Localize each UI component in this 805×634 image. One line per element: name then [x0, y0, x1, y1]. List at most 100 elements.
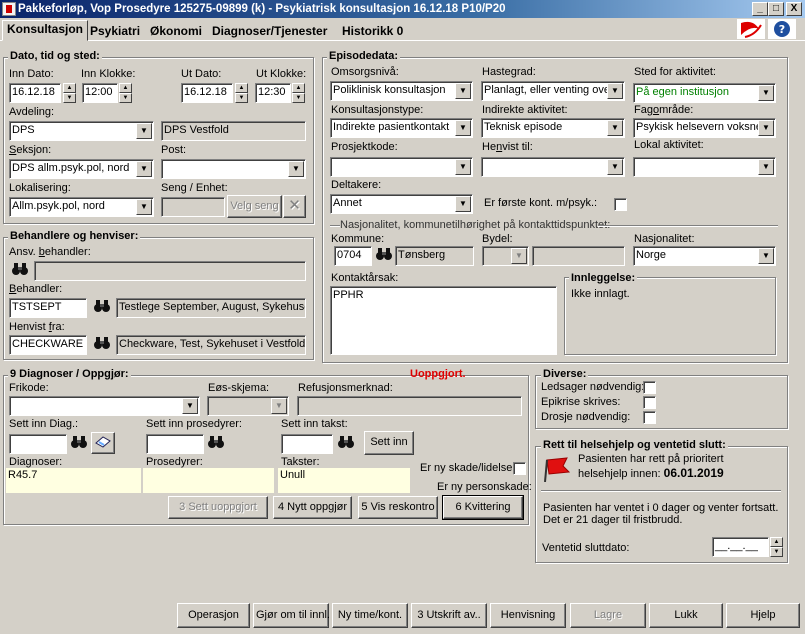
operasjon-button[interactable]: Operasjon — [177, 603, 250, 628]
chevron-down-icon: ▼ — [136, 161, 152, 177]
lokal-label: Lokal aktivitet: — [634, 139, 704, 151]
sett-diag-input[interactable] — [9, 434, 67, 454]
inn-dato-spinner[interactable]: ▲ ▼ — [63, 83, 76, 103]
sett-takst-input[interactable] — [281, 434, 333, 454]
nytt-oppgjor-button[interactable]: 4 Nytt oppgjør — [273, 496, 352, 519]
henvisning-button[interactable]: Henvisning — [490, 603, 566, 628]
henvist-til-select[interactable]: ▼ — [481, 157, 625, 177]
konsultasjonstype-select[interactable]: Indirekte pasientkontakt ▼ — [330, 118, 473, 138]
help-icon[interactable]: ? — [768, 19, 796, 39]
nasjonalitet-value: Norge — [636, 249, 666, 261]
tab-historikk[interactable]: Historikk 0 — [338, 23, 407, 41]
post-select[interactable]: ▼ — [161, 159, 306, 179]
ledsager-label: Ledsager nødvendig: — [541, 381, 645, 393]
ny-time-button[interactable]: Ny time/kont. — [332, 603, 408, 628]
ledsager-checkbox[interactable] — [643, 381, 656, 394]
tab-bar: Konsultasjon Psykiatri Økonomi Diagnoser… — [0, 19, 805, 41]
takster-list[interactable]: Unull — [278, 468, 410, 493]
bydel-select[interactable]: ▼ — [482, 246, 529, 266]
maximize-button[interactable]: □ — [768, 2, 784, 16]
tab-okonomi[interactable]: Økonomi — [146, 23, 206, 41]
omsorgsniva-select[interactable]: Poliklinisk konsultasjon ▼ — [330, 81, 473, 101]
frikode-select[interactable]: ▼ — [9, 396, 200, 416]
rett-text-2-label: helsehjelp innen: — [578, 468, 661, 480]
tab-psykiatri[interactable]: Psykiatri — [86, 23, 144, 41]
sted-select[interactable]: På egen institusjon ▼ — [633, 83, 776, 103]
lagre-button[interactable]: Lagre — [570, 603, 646, 628]
ut-dato-label: Ut Dato: — [181, 68, 222, 80]
prosjektkode-select[interactable]: ▼ — [330, 157, 473, 177]
behandlere-title: Behandlere og henviser: — [8, 230, 141, 242]
refusjon-input — [297, 396, 522, 416]
binoculars-icon[interactable] — [68, 434, 90, 454]
tab-konsultasjon[interactable]: Konsultasjon — [2, 20, 89, 41]
seksjon-select[interactable]: DPS allm.psyk.pol, nord ▼ — [9, 159, 154, 179]
chevron-down-icon: ▼ — [455, 83, 471, 99]
indirekte-label: Indirekte aktivitet: — [482, 104, 568, 116]
kommune-code-input[interactable]: 0704 — [334, 246, 372, 266]
hastegrad-select[interactable]: Planlagt, eller venting ove ▼ — [481, 81, 625, 101]
henvist-til-label: Henvist til: — [482, 141, 533, 153]
deltakere-select[interactable]: Annet ▼ — [330, 194, 473, 214]
henvist-code-input[interactable]: CHECKWARE — [9, 335, 87, 355]
inn-klokke-spinner[interactable]: ▲ ▼ — [119, 83, 132, 103]
fagomrade-select[interactable]: Psykisk helsevern voksne ▼ — [633, 118, 776, 138]
nasjonalitet-label: Nasjonalitet: — [634, 233, 695, 245]
ut-klokke-spinner[interactable]: ▲ ▼ — [292, 83, 305, 103]
innleggelse-value: Ikke innlagt. — [571, 288, 630, 300]
kvittering-button[interactable]: 6 Kvittering — [442, 495, 524, 520]
ut-dato-input[interactable]: 16.12.18 — [181, 83, 233, 103]
ut-klokke-input[interactable]: 12:30 — [255, 83, 291, 103]
diagnoser-list[interactable]: R45.7 — [6, 468, 141, 493]
inn-klokke-input[interactable]: 12:00 — [82, 83, 118, 103]
close-button[interactable]: X — [786, 2, 802, 16]
nasjonalitet-select[interactable]: Norge ▼ — [633, 246, 776, 266]
prosedyrer-list[interactable] — [143, 468, 274, 493]
lokalisering-select[interactable]: Allm.psyk.pol, nord ▼ — [9, 197, 154, 217]
fagomrade-label: Fagområde: — [634, 104, 694, 116]
hjelp-button[interactable]: Hjelp — [726, 603, 800, 628]
forste-kont-checkbox[interactable] — [614, 198, 627, 211]
eos-select[interactable]: ▼ — [207, 396, 289, 416]
seksjon-label: Seksjon: — [9, 144, 52, 156]
takster-list-label: Takster: — [281, 456, 320, 468]
indirekte-select[interactable]: Teknisk episode ▼ — [481, 118, 625, 138]
ventetid-spinner[interactable]: ▲ ▼ — [770, 537, 783, 557]
chevron-down-icon: ▼ — [758, 85, 774, 101]
chevron-down-icon: ▼ — [511, 248, 527, 264]
sett-prosedyrer-input[interactable] — [146, 434, 204, 454]
lokal-select[interactable]: ▼ — [633, 157, 776, 177]
binoculars-icon[interactable] — [91, 335, 113, 355]
sett-uoppgjort-button[interactable]: 3 Sett uoppgjort — [168, 496, 268, 519]
vis-reskontro-button[interactable]: 5 Vis reskontro — [358, 496, 438, 519]
binoculars-icon[interactable] — [335, 434, 357, 454]
personskade-label: Er ny personskade: — [437, 481, 532, 493]
avdeling-select[interactable]: DPS ▼ — [9, 121, 154, 141]
binoculars-icon[interactable] — [91, 298, 113, 318]
chevron-down-icon: ▼ — [288, 161, 304, 177]
behandler-code-input[interactable]: TSTSEPT — [9, 298, 87, 318]
diagnosis-book-button[interactable] — [91, 432, 115, 454]
sett-inn-button[interactable]: Sett inn — [364, 431, 414, 455]
skade-checkbox[interactable] — [513, 462, 526, 475]
tab-diagnoser-tjenester[interactable]: Diagnoser/Tjenester — [208, 23, 331, 41]
book-icon — [95, 436, 111, 448]
clear-seng-button[interactable]: ✕ — [283, 195, 306, 218]
nasjonalitet-title: Nasjonalitet, kommunetilhørighet på kont… — [340, 219, 611, 231]
lukk-button[interactable]: Lukk — [649, 603, 723, 628]
binoculars-icon[interactable] — [205, 434, 227, 454]
minimize-button[interactable]: _ — [752, 2, 768, 16]
ventetid-input[interactable]: __.__.__ — [712, 537, 769, 557]
velg-seng-button[interactable]: Velg seng — [227, 195, 282, 218]
epikrise-label: Epikrise skrives: — [541, 396, 621, 408]
utskrift-button[interactable]: 3 Utskrift av.. — [411, 603, 487, 628]
epikrise-checkbox[interactable] — [643, 396, 656, 409]
binoculars-icon[interactable] — [9, 261, 31, 281]
drosje-checkbox[interactable] — [643, 411, 656, 424]
kontaktarsak-textarea[interactable]: PPHR — [330, 286, 557, 355]
inn-dato-input[interactable]: 16.12.18 — [9, 83, 61, 103]
ut-dato-spinner[interactable]: ▲ ▼ — [235, 83, 248, 103]
binoculars-icon[interactable] — [373, 246, 395, 266]
fagomrade-value: Psykisk helsevern voksne — [636, 121, 762, 133]
gjor-om-button[interactable]: Gjør om til innl. — [253, 603, 330, 628]
